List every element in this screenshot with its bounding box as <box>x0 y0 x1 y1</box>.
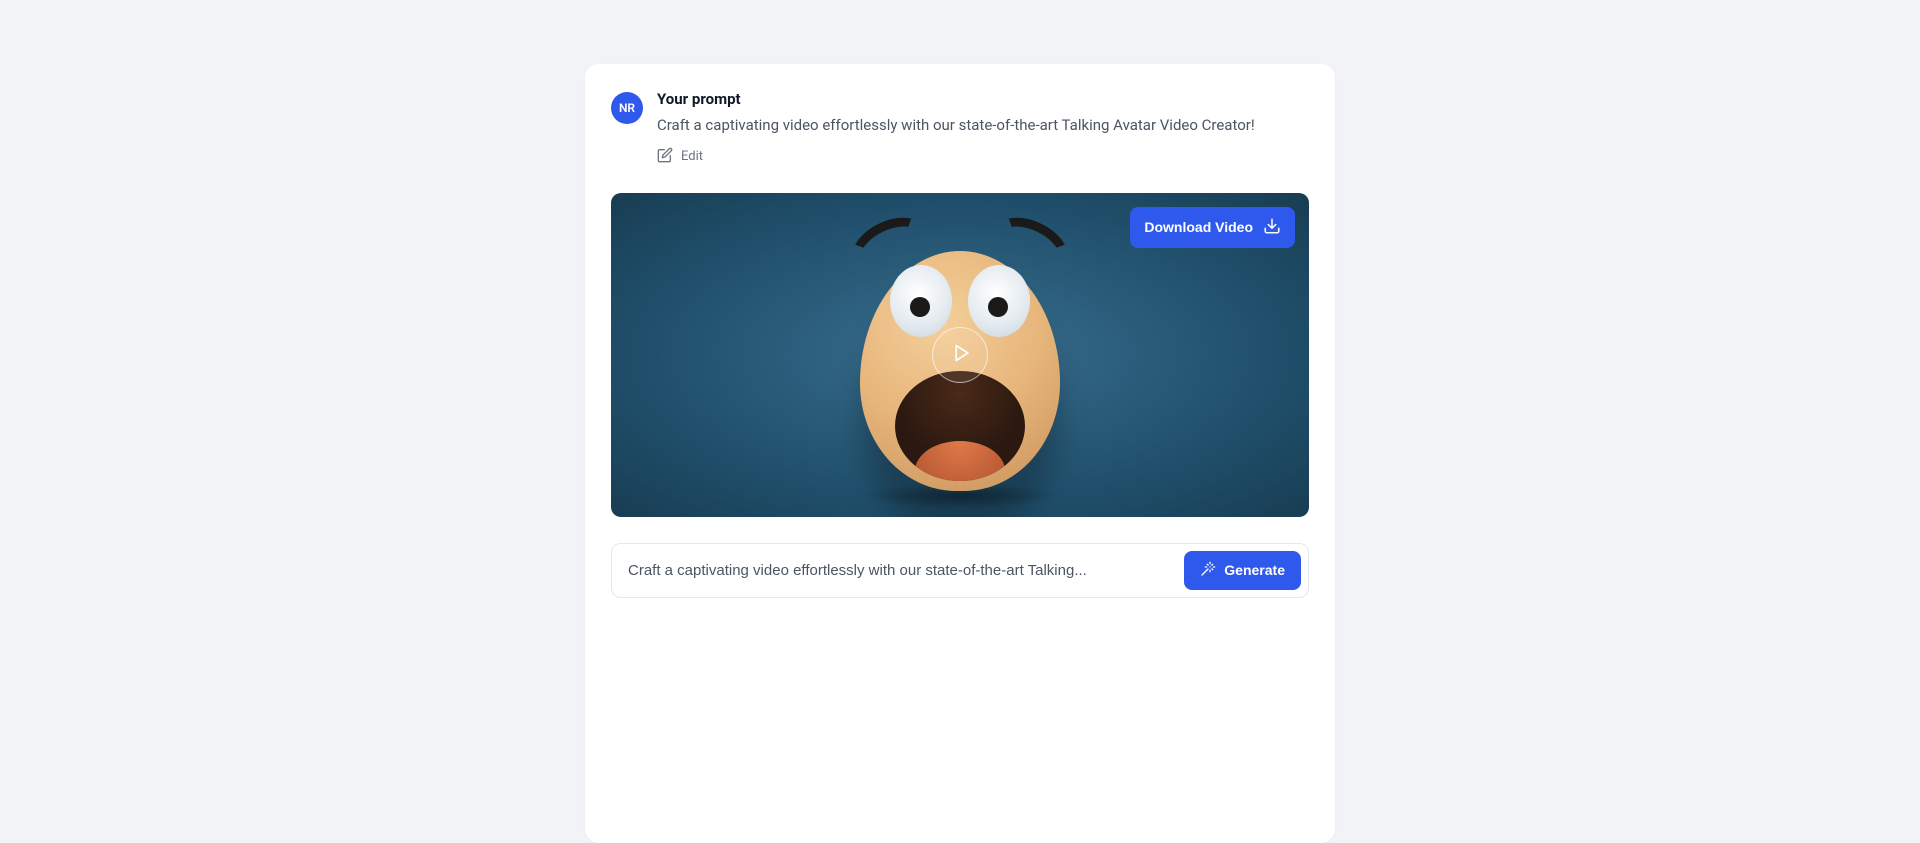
user-avatar: NR <box>611 92 643 124</box>
generate-label: Generate <box>1224 562 1285 578</box>
edit-label: Edit <box>681 149 703 164</box>
edit-icon <box>657 147 673 167</box>
prompt-body: Your prompt Craft a captivating video ef… <box>657 90 1309 167</box>
prompt-input[interactable] <box>628 562 1172 579</box>
prompt-input-row: Generate <box>611 543 1309 598</box>
video-preview[interactable]: Download Video <box>611 193 1309 517</box>
result-card: NR Your prompt Craft a captivating video… <box>585 64 1335 843</box>
download-video-button[interactable]: Download Video <box>1130 207 1295 248</box>
download-video-label: Download Video <box>1144 219 1253 235</box>
play-icon <box>949 343 972 367</box>
prompt-header: NR Your prompt Craft a captivating video… <box>611 90 1309 167</box>
prompt-title: Your prompt <box>657 90 1309 108</box>
prompt-text: Craft a captivating video effortlessly w… <box>657 114 1309 137</box>
magic-wand-icon <box>1200 561 1216 580</box>
generate-button[interactable]: Generate <box>1184 551 1301 590</box>
play-button[interactable] <box>932 327 988 383</box>
download-icon <box>1263 217 1281 238</box>
edit-button[interactable]: Edit <box>657 147 703 167</box>
